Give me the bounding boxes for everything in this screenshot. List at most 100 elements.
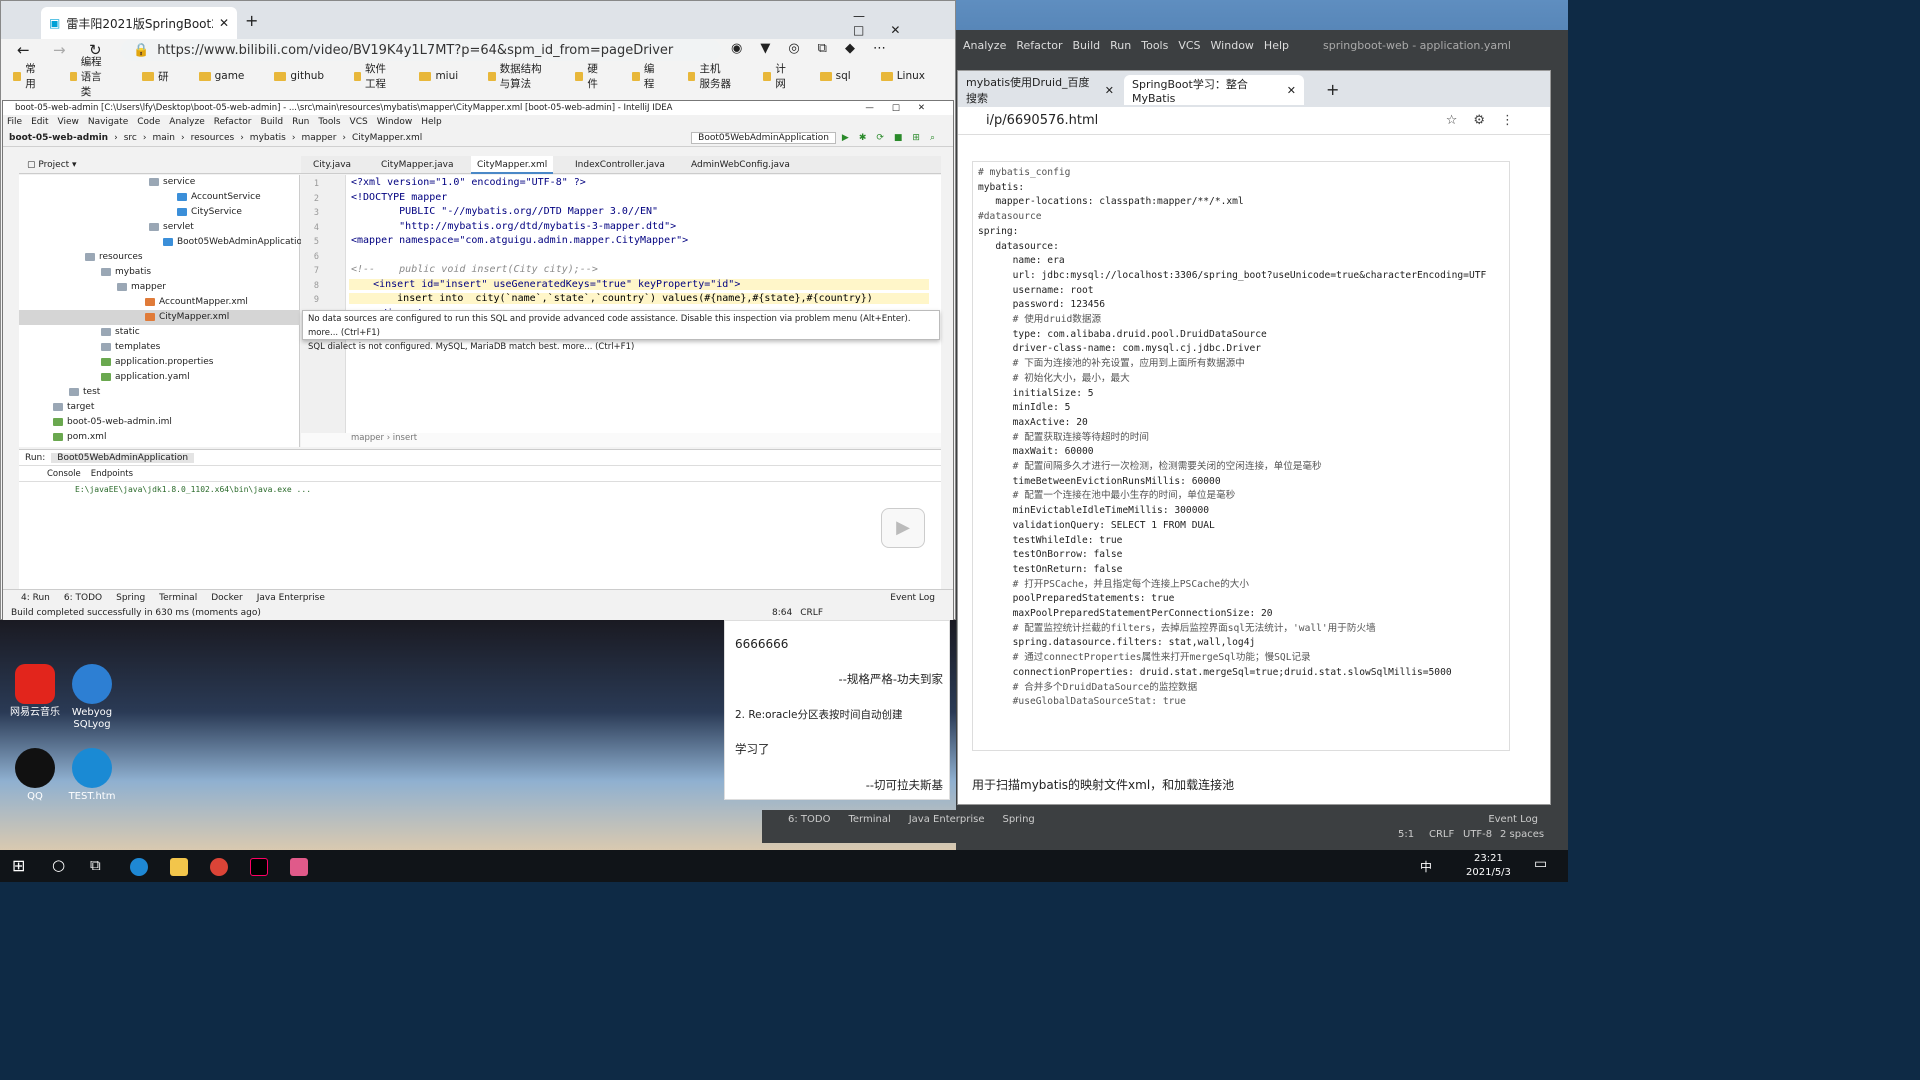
bookmark-item[interactable]: 研 [142, 69, 184, 84]
bookmark-item[interactable]: 计网 [763, 61, 805, 91]
editor-tab[interactable]: IndexController.java [569, 156, 671, 174]
tree-item[interactable]: resources [19, 250, 300, 265]
tree-item[interactable]: mapper [19, 280, 300, 295]
search-icon[interactable]: ○ [52, 856, 65, 874]
tree-item[interactable]: servlet [19, 220, 300, 235]
tree-item[interactable]: static [19, 325, 300, 340]
bookmark-item[interactable]: game [198, 70, 260, 82]
menu-analyze[interactable]: Analyze [169, 115, 204, 129]
breadcrumb-src[interactable]: src [124, 133, 137, 143]
tool-terminal[interactable]: Terminal [848, 814, 890, 825]
menu-window[interactable]: Window [1211, 39, 1254, 52]
menu-tools[interactable]: Tools [1141, 39, 1168, 52]
tree-item[interactable]: application.properties [19, 355, 300, 370]
task-view-icon[interactable]: ⧉ [90, 856, 101, 874]
editor-tab[interactable]: CityMapper.java [375, 156, 459, 174]
run-tab[interactable]: Boot05WebAdminApplication [51, 452, 195, 463]
event-log-button[interactable]: Event Log [1488, 814, 1538, 825]
tree-item[interactable]: templates [19, 340, 300, 355]
run-config-select[interactable]: Boot05WebAdminApplication [691, 131, 836, 144]
menu-tools[interactable]: Tools [318, 115, 340, 129]
toolwindow-button[interactable]: Docker [211, 593, 243, 603]
tab-bilibili-video[interactable]: ▣ 雷丰阳2021版SpringBoot2 ✕ [41, 7, 237, 39]
editor-tab[interactable]: CityMapper.xml [471, 156, 554, 174]
menu-file[interactable]: File [7, 115, 22, 129]
menu-view[interactable]: View [58, 115, 79, 129]
menu-build[interactable]: Build [261, 115, 284, 129]
tool-java-enterprise[interactable]: Java Enterprise [909, 814, 985, 825]
menu-refactor[interactable]: Refactor [1016, 39, 1062, 52]
breadcrumb-resources[interactable]: resources [191, 133, 235, 143]
tool-spring[interactable]: Spring [1002, 814, 1034, 825]
extension-icons[interactable]: ◉▼◎⧉◆⋯ [731, 41, 904, 56]
bookmark-item[interactable]: 主机 服务器 [688, 61, 748, 91]
cursor-position[interactable]: 8:64 [772, 608, 792, 618]
bookmark-item[interactable]: 软件工程 [354, 61, 404, 91]
notification-icon[interactable]: ▭ [1534, 856, 1547, 872]
breadcrumb-file[interactable]: CityMapper.xml [352, 133, 422, 143]
bookmark-item[interactable]: 硬件 [575, 61, 617, 91]
tree-item[interactable]: test [19, 385, 300, 400]
toolwindow-button[interactable]: Java Enterprise [257, 593, 325, 603]
menu-code[interactable]: Code [137, 115, 160, 129]
menu-navigate[interactable]: Navigate [88, 115, 128, 129]
toolwindow-button[interactable]: 4: Run [21, 593, 50, 603]
menu-edit[interactable]: Edit [31, 115, 48, 129]
close-icon[interactable]: ✕ [219, 16, 229, 30]
tab-springboot-article[interactable]: SpringBoot学习：整合MyBatis ✕ [1124, 75, 1304, 105]
forward-icon[interactable]: → [53, 41, 66, 59]
toolwindow-button[interactable]: 6: TODO [64, 593, 102, 603]
code-editor[interactable]: 1 <?xml version="1.0" encoding="UTF-8" ?>… [301, 175, 941, 447]
chrome-icon[interactable] [210, 858, 228, 876]
windows-start-icon[interactable]: ⊞ [12, 856, 25, 875]
editor-tab[interactable]: AdminWebConfig.java [685, 156, 796, 174]
bookmark-item[interactable]: github [274, 70, 339, 82]
comment-author[interactable]: --切可拉夫斯基 [866, 777, 943, 793]
menu-refactor[interactable]: Refactor [214, 115, 252, 129]
tree-item[interactable]: Boot05WebAdminApplication [19, 235, 308, 250]
back-icon[interactable]: ← [17, 41, 30, 59]
tree-item[interactable]: CityService [19, 205, 300, 220]
bookmark-item[interactable]: 数据结构与算法 [488, 61, 560, 91]
menu-analyze[interactable]: Analyze [963, 39, 1006, 52]
bookmark-item[interactable]: 编程语言类 [69, 54, 128, 99]
file-explorer-icon[interactable] [170, 858, 188, 876]
menu-help[interactable]: Help [1264, 39, 1289, 52]
editor-breadcrumb[interactable]: mapper › insert [301, 433, 941, 447]
menu-window[interactable]: Window [377, 115, 413, 129]
menu-run[interactable]: Run [292, 115, 309, 129]
toolwindow-button[interactable]: Spring [116, 593, 145, 603]
bookmark-item[interactable]: sql [819, 70, 866, 82]
play-icon[interactable]: ▶ [881, 508, 925, 548]
bookmark-item[interactable]: 编程 [631, 61, 674, 91]
ime-indicator[interactable]: 中 [1420, 858, 1432, 875]
tree-item[interactable]: target [19, 400, 300, 415]
new-tab-icon[interactable]: + [1326, 80, 1339, 99]
tree-item[interactable]: AccountMapper.xml [19, 295, 300, 310]
tree-item[interactable]: service [19, 175, 300, 190]
console-tab[interactable]: Console [47, 469, 81, 479]
project-panel-header[interactable]: ▢ Project ▾ [19, 156, 301, 174]
bookmark-item[interactable]: miui [419, 70, 473, 82]
tree-item[interactable]: CityMapper.xml [19, 310, 300, 325]
toolbar-icons[interactable]: ☆⚙⋮ [1446, 113, 1530, 128]
edge-icon[interactable] [130, 858, 148, 876]
close-icon[interactable]: ✕ [1287, 84, 1296, 97]
line-separator[interactable]: CRLF [800, 608, 823, 618]
app-icon[interactable] [290, 858, 308, 876]
tool-todo[interactable]: 6: TODO [788, 814, 830, 825]
bookmark-item[interactable]: 常用 [13, 61, 55, 91]
menu-vcs[interactable]: VCS [1178, 39, 1200, 52]
desktop-icon-test-htm[interactable]: TEST.htm [57, 748, 127, 803]
endpoints-tab[interactable]: Endpoints [91, 469, 133, 479]
tree-item[interactable]: application.yaml [19, 370, 300, 385]
comment-author[interactable]: --规格严格-功夫到家 [839, 671, 943, 687]
clock[interactable]: 23:21 2021/5/3 [1466, 852, 1511, 880]
run-toolbar-icons[interactable]: ▶✱⟳■⊞⌕ [842, 133, 945, 143]
toolwindow-button[interactable]: Terminal [159, 593, 197, 603]
menu-help[interactable]: Help [421, 115, 442, 129]
intellij-icon[interactable] [250, 858, 268, 876]
address-bar[interactable]: 🔒 https://www.bilibili.com/video/BV19K4y… [121, 39, 721, 61]
tree-item[interactable]: AccountService [19, 190, 300, 205]
tree-item[interactable]: pom.xml [19, 430, 300, 445]
